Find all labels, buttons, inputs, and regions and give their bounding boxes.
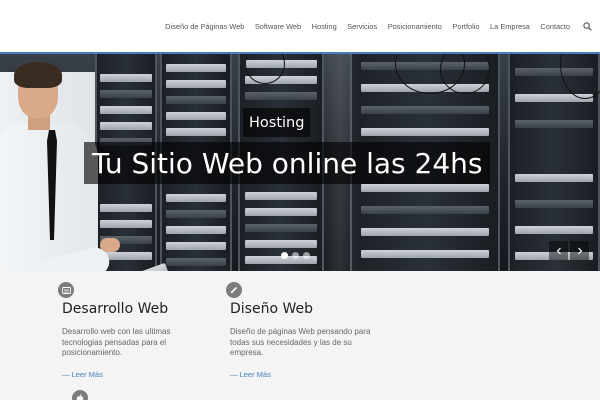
read-more-link[interactable]: — Leer Más bbox=[230, 370, 271, 379]
slider-prev-button[interactable] bbox=[549, 241, 568, 260]
pencil-icon bbox=[226, 282, 242, 298]
hero-caption-tag: Hosting bbox=[243, 108, 311, 137]
hero-caption-tag-label: Hosting bbox=[249, 114, 305, 131]
page: Diseño de Páginas Web Software Web Hosti… bbox=[0, 0, 600, 400]
apple-icon bbox=[72, 390, 88, 400]
nav-item-contacto[interactable]: Contacto bbox=[540, 22, 570, 31]
nav-item-la-empresa[interactable]: La Empresa bbox=[490, 22, 530, 31]
chevron-right-icon bbox=[577, 247, 582, 254]
nav-item-portfolio[interactable]: Portfolio bbox=[452, 22, 479, 31]
slider-dot[interactable] bbox=[303, 252, 310, 259]
slider-pagination bbox=[281, 252, 310, 259]
service-title: Desarrollo Web bbox=[62, 301, 169, 317]
service-description: Desarrollo web con las ultimas tecnologi… bbox=[62, 327, 171, 357]
slider-dot[interactable] bbox=[281, 252, 288, 259]
nav-item-diseno-paginas-web[interactable]: Diseño de Páginas Web bbox=[165, 22, 244, 31]
site-header: Diseño de Páginas Web Software Web Hosti… bbox=[0, 0, 600, 52]
slider-dot[interactable] bbox=[292, 252, 299, 259]
chevron-left-icon bbox=[556, 247, 561, 254]
search-icon[interactable] bbox=[582, 21, 592, 31]
hero-caption-title-text: Tu Sitio Web online las 24hs bbox=[92, 146, 483, 180]
keyboard-icon bbox=[58, 282, 74, 298]
nav-item-software-web[interactable]: Software Web bbox=[255, 22, 301, 31]
hero-caption-title: Tu Sitio Web online las 24hs bbox=[84, 142, 491, 184]
service-title: Diseño Web bbox=[230, 301, 313, 317]
read-more-link[interactable]: — Leer Más bbox=[62, 370, 103, 379]
nav-item-hosting[interactable]: Hosting bbox=[312, 22, 337, 31]
service-description: Diseño de páginas Web pensando para toda… bbox=[230, 327, 371, 357]
hero-slider: Hosting Tu Sitio Web online las 24hs bbox=[0, 54, 600, 271]
nav-item-posicionamiento[interactable]: Posicionamiento bbox=[388, 22, 442, 31]
slider-next-button[interactable] bbox=[570, 241, 589, 260]
services-section: Desarrollo Web Desarrollo web con las ul… bbox=[0, 271, 600, 400]
main-nav: Diseño de Páginas Web Software Web Hosti… bbox=[155, 0, 592, 52]
nav-item-servicios[interactable]: Servicios bbox=[347, 22, 377, 31]
